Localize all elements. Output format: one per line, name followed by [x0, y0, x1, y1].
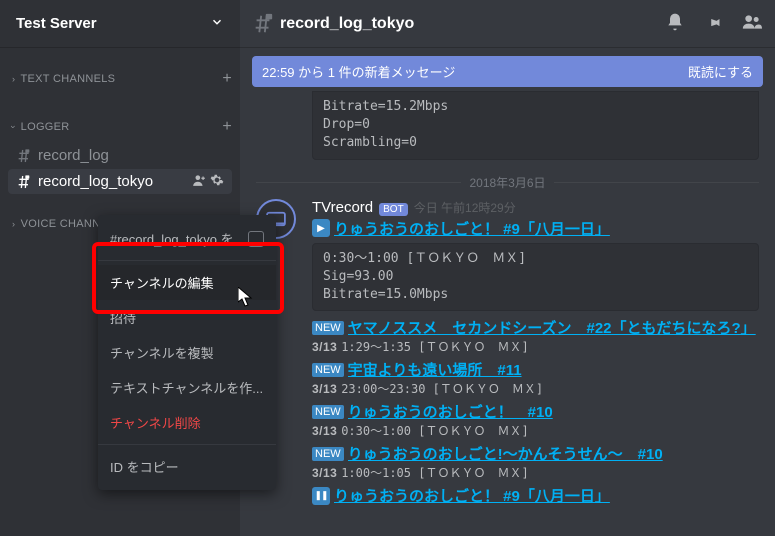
pause-icon: ❚❚ [312, 487, 330, 505]
program-link[interactable]: 宇宙よりも遠い場所 #11 [348, 359, 522, 380]
category-text-channels[interactable]: › TEXT CHANNELS + [0, 64, 240, 94]
bot-badge: BOT [379, 203, 408, 216]
timestamp: 今日 午前12時29分 [414, 199, 516, 216]
hash-lock-icon [252, 13, 274, 35]
play-icon: ▶ [312, 219, 330, 237]
pin-icon[interactable] [703, 12, 723, 35]
add-channel-icon[interactable]: + [222, 70, 232, 88]
channel-record-log[interactable]: record_log [8, 143, 232, 168]
schedule-text: 3/13 1:00～1:05 [ＴＯＫＹＯ ＭＸ] [312, 464, 759, 481]
category-logger[interactable]: › LOGGER + [0, 112, 240, 142]
code-block: Bitrate=15.2Mbps Drop=0 Scrambling=0 [312, 91, 759, 160]
program-link[interactable]: ヤマノススメ セカンドシーズン #22「ともだちになろ?」 [348, 317, 756, 338]
new-badge: NEW [312, 363, 344, 377]
gear-icon[interactable] [210, 173, 224, 190]
schedule-text: 3/13 1:29～1:35 [ＴＯＫＹＯ ＭＸ] [312, 338, 759, 355]
add-channel-icon[interactable]: + [222, 118, 232, 136]
ctx-edit-channel[interactable]: チャンネルの編集 [98, 265, 276, 300]
program-link[interactable]: りゅうおうのおしごと！ #9「八月一日」 [334, 485, 610, 506]
members-icon[interactable] [741, 12, 763, 35]
code-block: 0:30～1:00 [ＴＯＫＹＯ ＭＸ] Sig=93.00 Bitrate=1… [312, 243, 759, 312]
ctx-create-text[interactable]: テキストチャンネルを作... [98, 370, 276, 405]
ctx-duplicate[interactable]: チャンネルを複製 [98, 335, 276, 370]
program-link[interactable]: りゅうおうのおしごと！ #10 [348, 401, 553, 422]
ctx-copy-id[interactable]: ID をコピー [98, 449, 276, 484]
bell-icon[interactable] [665, 12, 685, 35]
schedule-text: 3/13 23:00～23:30 [ＴＯＫＹＯ ＭＸ] [312, 380, 759, 397]
schedule-text: 3/13 0:30～1:00 [ＴＯＫＹＯ ＭＸ] [312, 422, 759, 439]
new-badge: NEW [312, 321, 344, 335]
ctx-mute[interactable]: #record_log_tokyo を [98, 221, 276, 256]
hash-lock-icon [16, 148, 32, 164]
author-name[interactable]: TVrecord [312, 199, 373, 216]
new-badge: NEW [312, 405, 344, 419]
mark-read-button[interactable]: 既読にする [688, 62, 753, 81]
ctx-invite[interactable]: 招待 [98, 300, 276, 335]
chevron-down-icon [210, 15, 224, 33]
hash-lock-icon [16, 174, 32, 190]
server-name: Test Server [16, 15, 97, 32]
date-divider: 2018年3月6日 [256, 174, 759, 191]
channel-title: record_log_tokyo [280, 15, 665, 33]
channel-record-log-tokyo[interactable]: record_log_tokyo [8, 169, 232, 194]
program-link[interactable]: りゅうおうのおしごと!～かんそうせん～ #10 [348, 443, 663, 464]
checkbox-icon [248, 231, 264, 247]
server-header[interactable]: Test Server [0, 0, 240, 48]
new-messages-bar[interactable]: 22:59 から 1 件の新着メッセージ 既読にする [252, 56, 763, 87]
new-badge: NEW [312, 447, 344, 461]
add-user-icon[interactable] [192, 173, 206, 190]
program-link[interactable]: りゅうおうのおしごと！ #9「八月一日」 [334, 218, 610, 239]
channel-topbar: record_log_tokyo [240, 0, 775, 48]
channel-context-menu: #record_log_tokyo を チャンネルの編集 招待 チャンネルを複製… [98, 215, 276, 490]
ctx-delete-channel[interactable]: チャンネル削除 [98, 405, 276, 440]
